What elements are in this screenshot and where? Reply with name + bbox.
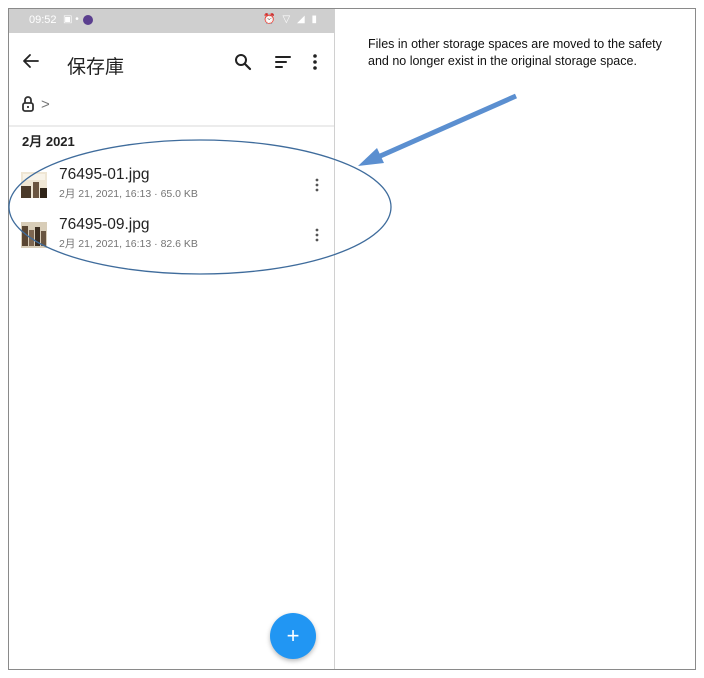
search-icon[interactable] bbox=[234, 53, 252, 71]
sort-icon[interactable] bbox=[274, 54, 292, 70]
status-notification-icons: ▣ • bbox=[63, 14, 93, 25]
lock-icon[interactable] bbox=[21, 95, 35, 113]
list-item[interactable]: 76495-09.jpg 2月 21, 2021, 16:13 · 82.6 K… bbox=[9, 212, 334, 260]
list-item[interactable]: 76495-01.jpg 2月 21, 2021, 16:13 · 65.0 K… bbox=[9, 162, 334, 210]
notification-icon: ▣ • bbox=[63, 14, 79, 25]
image-thumbnail bbox=[21, 172, 47, 198]
annotation-note: Files in other storage spaces are moved … bbox=[368, 37, 662, 68]
status-system-icons: ⏰ ▽ ◢ ▮ bbox=[263, 14, 319, 25]
image-thumbnail bbox=[21, 222, 47, 248]
more-options-icon[interactable] bbox=[312, 53, 318, 71]
chevron-right-icon: > bbox=[41, 95, 50, 113]
more-options-icon[interactable] bbox=[315, 228, 319, 242]
status-bar: 09:52 ▣ • ⏰ ▽ ◢ ▮ bbox=[9, 9, 334, 33]
section-header-date: 2月 2021 bbox=[22, 134, 75, 149]
page-title: 保存庫 bbox=[67, 56, 125, 78]
file-details: 2月 21, 2021, 16:13 · 82.6 KB bbox=[59, 238, 198, 250]
back-arrow-icon[interactable] bbox=[21, 51, 41, 71]
more-options-icon[interactable] bbox=[315, 178, 319, 192]
phone-screen: 09:52 ▣ • ⏰ ▽ ◢ ▮ 保存庫 > 2月 2021 76495-01… bbox=[9, 9, 335, 669]
status-time: 09:52 bbox=[29, 14, 57, 26]
app-notification-icon bbox=[82, 14, 93, 25]
app-toolbar: 保存庫 bbox=[9, 33, 334, 89]
file-name: 76495-09.jpg bbox=[59, 216, 150, 233]
add-fab-button[interactable]: + bbox=[270, 613, 316, 659]
divider bbox=[9, 125, 334, 127]
breadcrumb: > bbox=[21, 89, 50, 119]
file-details: 2月 21, 2021, 16:13 · 65.0 KB bbox=[59, 188, 198, 200]
file-name: 76495-01.jpg bbox=[59, 166, 150, 183]
